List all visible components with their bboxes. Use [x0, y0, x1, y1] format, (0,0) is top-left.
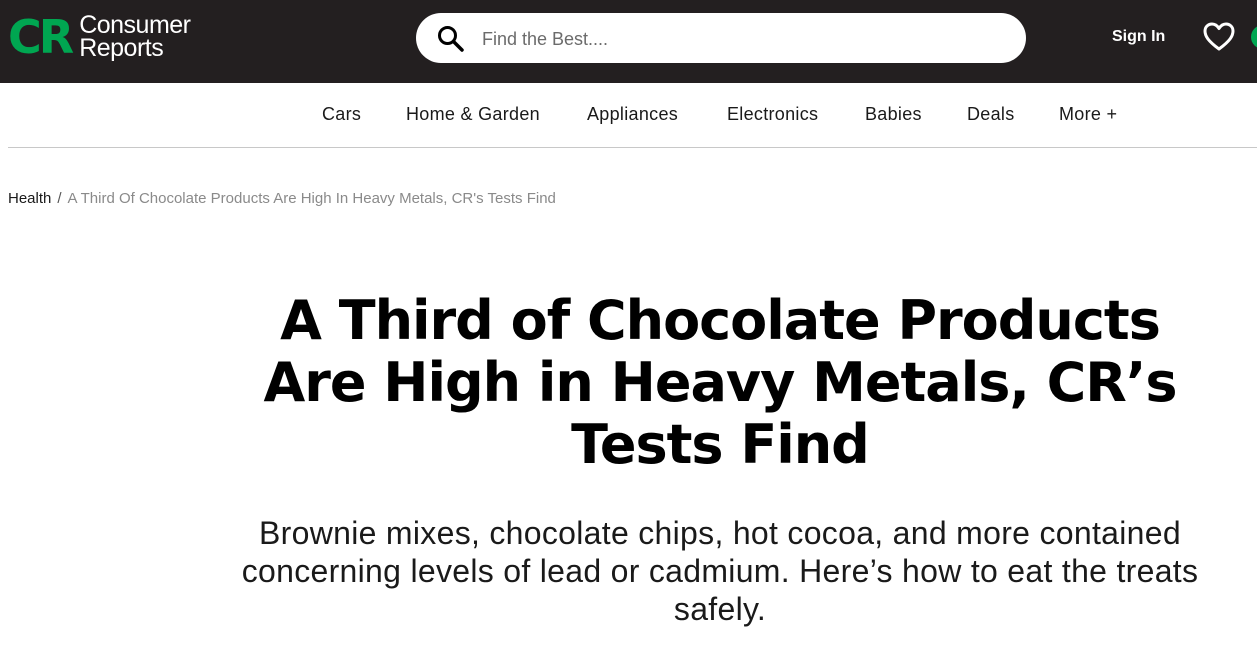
- logo-mark: CR: [8, 10, 74, 64]
- nav-item-deals[interactable]: Deals: [967, 104, 1015, 125]
- breadcrumb-current: A Third Of Chocolate Products Are High I…: [67, 190, 556, 207]
- nav-item-cars[interactable]: Cars: [322, 104, 361, 125]
- site-header: CR Consumer Reports Sign In: [0, 0, 1257, 83]
- nav-item-babies[interactable]: Babies: [865, 104, 922, 125]
- logo-line-2: Reports: [79, 34, 164, 62]
- nav-item-home-garden[interactable]: Home & Garden: [406, 104, 540, 125]
- heart-icon[interactable]: [1202, 21, 1236, 53]
- sign-in-link[interactable]: Sign In: [1112, 28, 1165, 46]
- search-input[interactable]: [480, 23, 1004, 55]
- article-subtitle: Brownie mixes, chocolate chips, hot coco…: [241, 515, 1199, 627]
- avatar[interactable]: [1251, 25, 1257, 49]
- search-bar: [416, 13, 1026, 63]
- nav-item-electronics[interactable]: Electronics: [727, 104, 818, 125]
- breadcrumb: Health / A Third Of Chocolate Products Are…: [8, 190, 556, 207]
- breadcrumb-separator: /: [57, 190, 62, 207]
- nav-divider: [8, 147, 1257, 148]
- nav-item-more[interactable]: More +: [1059, 104, 1117, 125]
- logo-wordmark: Consumer Reports: [79, 13, 191, 62]
- search-icon[interactable]: [436, 24, 466, 54]
- consumer-reports-logo[interactable]: CR Consumer Reports: [8, 12, 191, 62]
- nav-item-appliances[interactable]: Appliances: [587, 104, 678, 125]
- breadcrumb-health-link[interactable]: Health: [8, 190, 51, 207]
- article-title: A Third of Chocolate Products Are High i…: [263, 289, 1177, 476]
